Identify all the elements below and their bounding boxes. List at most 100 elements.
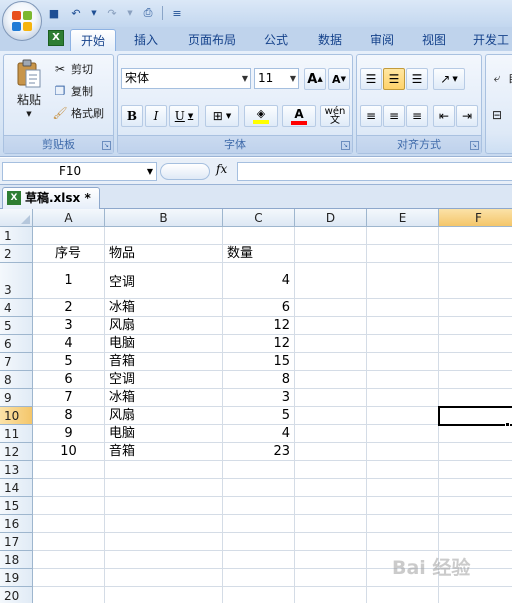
cell-e20[interactable]: [367, 587, 439, 603]
row-header[interactable]: 9: [0, 389, 33, 407]
save-icon[interactable]: ■: [46, 5, 62, 21]
cell-a20[interactable]: [33, 587, 105, 603]
font-launcher-icon[interactable]: ↘: [341, 141, 350, 150]
cell-f6[interactable]: [439, 335, 512, 353]
row-header[interactable]: 19: [0, 569, 33, 587]
cell-b15[interactable]: [105, 497, 223, 515]
shrink-font-button[interactable]: A ▼: [328, 68, 350, 90]
cell-c12[interactable]: 23: [223, 443, 295, 461]
cell-d11[interactable]: [295, 425, 367, 443]
undo-icon[interactable]: ↶: [68, 5, 84, 21]
cell-b1[interactable]: [105, 227, 223, 245]
cell-e14[interactable]: [367, 479, 439, 497]
cell-b14[interactable]: [105, 479, 223, 497]
cell-f5[interactable]: [439, 317, 512, 335]
row-header[interactable]: 12: [0, 443, 33, 461]
column-header-c[interactable]: C: [223, 209, 295, 227]
cell-e4[interactable]: [367, 299, 439, 317]
borders-button[interactable]: ⊞ ▼: [205, 105, 239, 127]
column-header-e[interactable]: E: [367, 209, 439, 227]
cell-d9[interactable]: [295, 389, 367, 407]
workbook-tab[interactable]: X 草稿.xlsx *: [2, 187, 100, 209]
cell-b12[interactable]: 音箱: [105, 443, 223, 461]
align-left-button[interactable]: ≡: [360, 105, 382, 127]
tab-data[interactable]: 数据: [308, 29, 352, 51]
cell-b7[interactable]: 音箱: [105, 353, 223, 371]
cell-f13[interactable]: [439, 461, 512, 479]
cell-f10[interactable]: [439, 407, 512, 425]
cell-e17[interactable]: [367, 533, 439, 551]
cell-d2[interactable]: [295, 245, 367, 263]
formula-bar-resize-handle[interactable]: [160, 163, 210, 180]
orientation-button[interactable]: ↗ ▼: [433, 68, 465, 90]
tab-insert[interactable]: 插入: [124, 29, 168, 51]
cell-a19[interactable]: [33, 569, 105, 587]
cell-c11[interactable]: 4: [223, 425, 295, 443]
cell-a4[interactable]: 2: [33, 299, 105, 317]
cell-d7[interactable]: [295, 353, 367, 371]
cell-f15[interactable]: [439, 497, 512, 515]
select-all-button[interactable]: [0, 209, 33, 227]
alignment-launcher-icon[interactable]: ↘: [470, 141, 479, 150]
cell-d20[interactable]: [295, 587, 367, 603]
cell-c6[interactable]: 12: [223, 335, 295, 353]
underline-button[interactable]: U ▼: [169, 105, 199, 127]
cell-c10[interactable]: 5: [223, 407, 295, 425]
cell-e10[interactable]: [367, 407, 439, 425]
cell-c17[interactable]: [223, 533, 295, 551]
undo-dropdown-icon[interactable]: ▼: [90, 5, 98, 21]
cell-b6[interactable]: 电脑: [105, 335, 223, 353]
cell-b9[interactable]: 冰箱: [105, 389, 223, 407]
row-header[interactable]: 20: [0, 587, 33, 603]
cell-b16[interactable]: [105, 515, 223, 533]
cell-e6[interactable]: [367, 335, 439, 353]
redo-dropdown-icon[interactable]: ▼: [126, 5, 134, 21]
cell-c19[interactable]: [223, 569, 295, 587]
name-box[interactable]: F10 ▼: [2, 162, 157, 181]
cell-c13[interactable]: [223, 461, 295, 479]
cell-a8[interactable]: 6: [33, 371, 105, 389]
cell-e5[interactable]: [367, 317, 439, 335]
row-header[interactable]: 8: [0, 371, 33, 389]
cell-e3[interactable]: [367, 263, 439, 299]
cell-f12[interactable]: [439, 443, 512, 461]
font-size-combo[interactable]: 11 ▼: [254, 68, 299, 89]
row-header[interactable]: 15: [0, 497, 33, 515]
cell-d13[interactable]: [295, 461, 367, 479]
top-align-button[interactable]: ☰: [360, 68, 382, 90]
cell-b8[interactable]: 空调: [105, 371, 223, 389]
row-header[interactable]: 4: [0, 299, 33, 317]
cell-d19[interactable]: [295, 569, 367, 587]
tab-review[interactable]: 审阅: [360, 29, 404, 51]
fill-handle[interactable]: [505, 422, 510, 427]
cell-d14[interactable]: [295, 479, 367, 497]
tab-home[interactable]: 开始: [70, 29, 116, 51]
insert-function-icon[interactable]: fx: [216, 162, 227, 176]
row-header[interactable]: 17: [0, 533, 33, 551]
increase-indent-button[interactable]: ⇥: [456, 105, 478, 127]
row-header[interactable]: 18: [0, 551, 33, 569]
row-header[interactable]: 10: [0, 407, 33, 425]
cell-e2[interactable]: [367, 245, 439, 263]
cell-f7[interactable]: [439, 353, 512, 371]
cell-b10[interactable]: 风扇: [105, 407, 223, 425]
align-center-button[interactable]: ≡: [383, 105, 405, 127]
cell-e15[interactable]: [367, 497, 439, 515]
cell-b17[interactable]: [105, 533, 223, 551]
cell-a6[interactable]: 4: [33, 335, 105, 353]
cell-b11[interactable]: 电脑: [105, 425, 223, 443]
font-name-combo[interactable]: 宋体 ▼: [121, 68, 251, 89]
cell-e7[interactable]: [367, 353, 439, 371]
cell-d18[interactable]: [295, 551, 367, 569]
cell-a14[interactable]: [33, 479, 105, 497]
cell-f14[interactable]: [439, 479, 512, 497]
customize-icon[interactable]: ≡: [169, 5, 185, 21]
cell-f4[interactable]: [439, 299, 512, 317]
tab-formulas[interactable]: 公式: [254, 29, 298, 51]
merge-button[interactable]: ⊟: [489, 107, 505, 123]
row-header[interactable]: 2: [0, 245, 33, 263]
format-painter-button[interactable]: 🖌 格式刷: [52, 105, 104, 121]
cell-f20[interactable]: [439, 587, 512, 603]
cell-b4[interactable]: 冰箱: [105, 299, 223, 317]
cell-a7[interactable]: 5: [33, 353, 105, 371]
